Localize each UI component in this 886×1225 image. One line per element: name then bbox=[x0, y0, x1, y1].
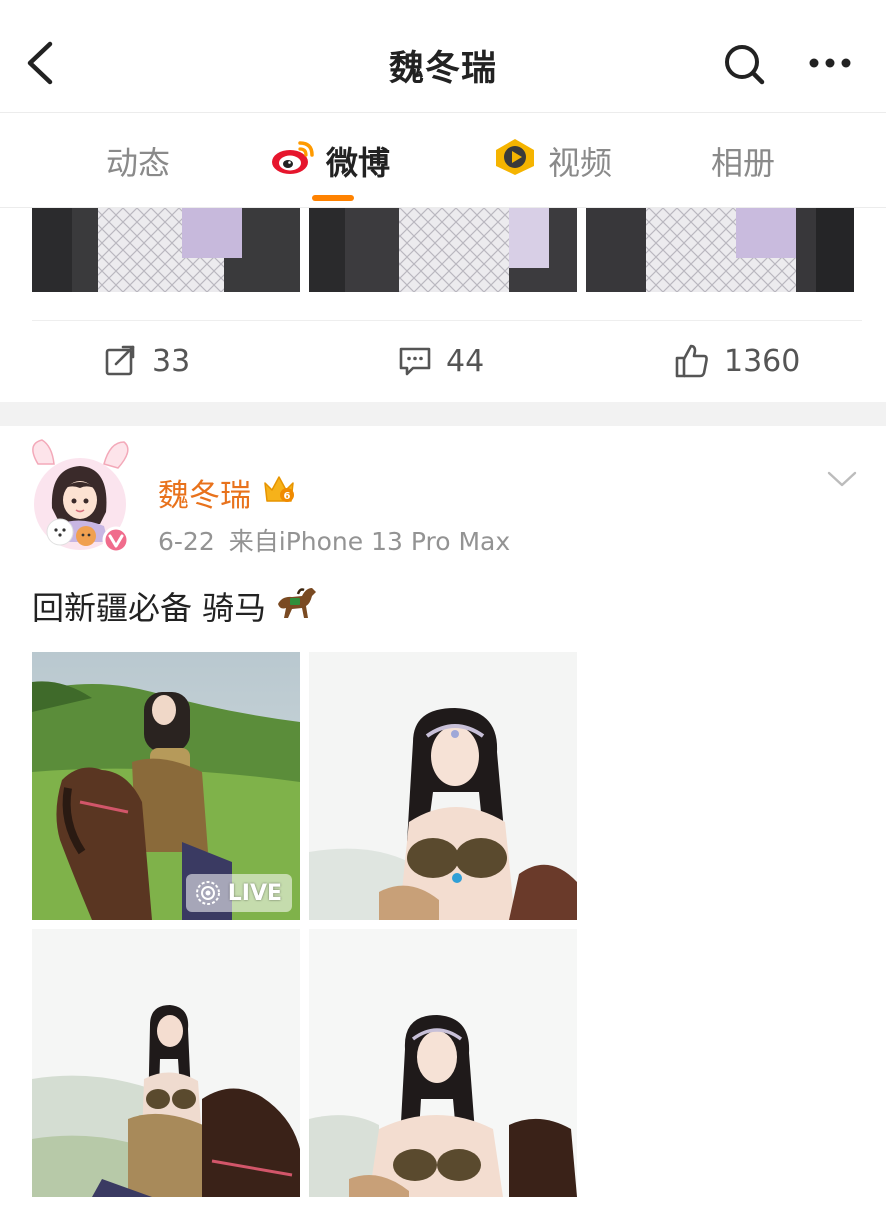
horse-emoji-icon bbox=[272, 582, 318, 630]
weibo-logo-icon bbox=[270, 137, 316, 185]
more-button[interactable] bbox=[806, 48, 854, 78]
live-label: LIVE bbox=[227, 880, 282, 906]
tab-label: 动态 bbox=[106, 144, 171, 182]
post-image-3[interactable] bbox=[32, 929, 300, 1197]
search-button[interactable] bbox=[722, 42, 766, 86]
crown-icon: 6 bbox=[261, 473, 297, 513]
post-image-1[interactable]: LIVE bbox=[32, 652, 300, 920]
repost-icon bbox=[105, 345, 135, 376]
more-icon bbox=[809, 58, 851, 68]
tab-album[interactable]: 相册 bbox=[711, 137, 775, 185]
profile-tabs: 动态 微博 视频 相册 bbox=[0, 112, 886, 208]
tab-weibo[interactable]: 微博 bbox=[270, 137, 390, 185]
like-count: 1360 bbox=[724, 343, 801, 379]
comment-icon bbox=[399, 347, 431, 376]
post-image-4[interactable] bbox=[309, 929, 577, 1197]
tab-label: 视频 bbox=[548, 144, 613, 182]
prev-post-image-2[interactable] bbox=[309, 208, 577, 292]
tab-label: 微博 bbox=[326, 144, 391, 182]
post-meta: 6-22 来自iPhone 13 Pro Max bbox=[158, 522, 510, 558]
author-name-row[interactable]: 魏冬瑞 6 bbox=[158, 470, 297, 515]
repost-button[interactable]: 33 bbox=[104, 343, 190, 379]
post-options-button[interactable] bbox=[826, 468, 858, 490]
prev-post-image-3[interactable] bbox=[586, 208, 854, 292]
feed-divider bbox=[0, 402, 886, 426]
repost-count: 33 bbox=[152, 343, 191, 379]
tab-video[interactable]: 视频 bbox=[492, 137, 612, 185]
video-icon bbox=[492, 137, 538, 185]
comment-button[interactable]: 44 bbox=[398, 343, 484, 379]
prev-post-image-1[interactable] bbox=[32, 208, 300, 292]
post-text: 回新疆必备 骑马 bbox=[32, 582, 318, 630]
post-action-bar: 33 44 1360 bbox=[32, 320, 862, 400]
post-text-content: 回新疆必备 骑马 bbox=[32, 589, 267, 627]
tab-dynamics[interactable]: 动态 bbox=[106, 137, 170, 185]
search-icon bbox=[725, 45, 765, 85]
post-source[interactable]: 来自iPhone 13 Pro Max bbox=[229, 527, 510, 556]
comment-count: 44 bbox=[446, 343, 485, 379]
post-date: 6-22 bbox=[158, 527, 215, 556]
author-name: 魏冬瑞 bbox=[158, 478, 251, 514]
like-button[interactable]: 1360 bbox=[674, 343, 800, 379]
live-badge: LIVE bbox=[185, 874, 292, 912]
active-tab-indicator bbox=[312, 195, 354, 201]
chevron-down-icon bbox=[827, 471, 857, 487]
post-image-2[interactable] bbox=[309, 652, 577, 920]
live-icon bbox=[195, 881, 220, 905]
tab-label: 相册 bbox=[711, 144, 776, 182]
avatar[interactable] bbox=[24, 438, 134, 556]
like-icon bbox=[675, 344, 708, 378]
top-navigation-bar: 魏冬瑞 bbox=[0, 0, 886, 112]
svg-text:6: 6 bbox=[284, 491, 291, 502]
